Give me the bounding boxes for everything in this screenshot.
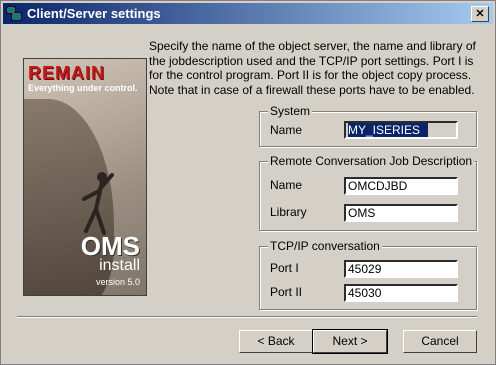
close-button[interactable]: ✕ — [471, 6, 489, 22]
product-splash-image: REMAIN Everything under control. OMS ins… — [23, 58, 147, 296]
brand-logo: REMAIN — [28, 63, 105, 83]
brand-slogan: Everything under control. — [28, 83, 138, 93]
app-icon — [6, 6, 22, 21]
cancel-button[interactable]: Cancel — [403, 330, 477, 353]
product-subtitle: install — [99, 257, 140, 274]
tcpip-group: TCP/IP conversation Port I Port II — [259, 239, 477, 310]
job-description-group: Remote Conversation Job Description Name… — [259, 154, 477, 231]
system-legend: System — [268, 104, 313, 118]
system-group: System Name — [259, 104, 477, 147]
port2-label: Port II — [270, 285, 303, 299]
job-description-legend: Remote Conversation Job Description — [268, 154, 475, 168]
job-name-input[interactable] — [344, 177, 458, 195]
close-icon: ✕ — [475, 8, 485, 20]
library-label: Library — [270, 205, 307, 219]
port2-input[interactable] — [344, 284, 458, 302]
back-button[interactable]: < Back — [239, 330, 313, 353]
button-separator — [17, 316, 477, 318]
job-name-label: Name — [270, 178, 303, 192]
tcpip-legend: TCP/IP conversation — [268, 239, 382, 253]
next-button[interactable]: Next > — [312, 329, 388, 354]
port1-label: Port I — [270, 261, 299, 275]
system-name-input[interactable] — [344, 121, 458, 139]
product-version: version 5.0 — [95, 277, 140, 287]
client-server-settings-dialog: Client/Server settings ✕ Specify the nam… — [0, 0, 496, 365]
port1-input[interactable] — [344, 260, 458, 278]
library-input[interactable] — [344, 204, 458, 222]
title-bar[interactable]: Client/Server settings ✕ — [3, 3, 493, 24]
system-name-label: Name — [270, 123, 303, 137]
window-title: Client/Server settings — [27, 6, 161, 21]
instructions-text: Specify the name of the object server, t… — [149, 39, 476, 97]
